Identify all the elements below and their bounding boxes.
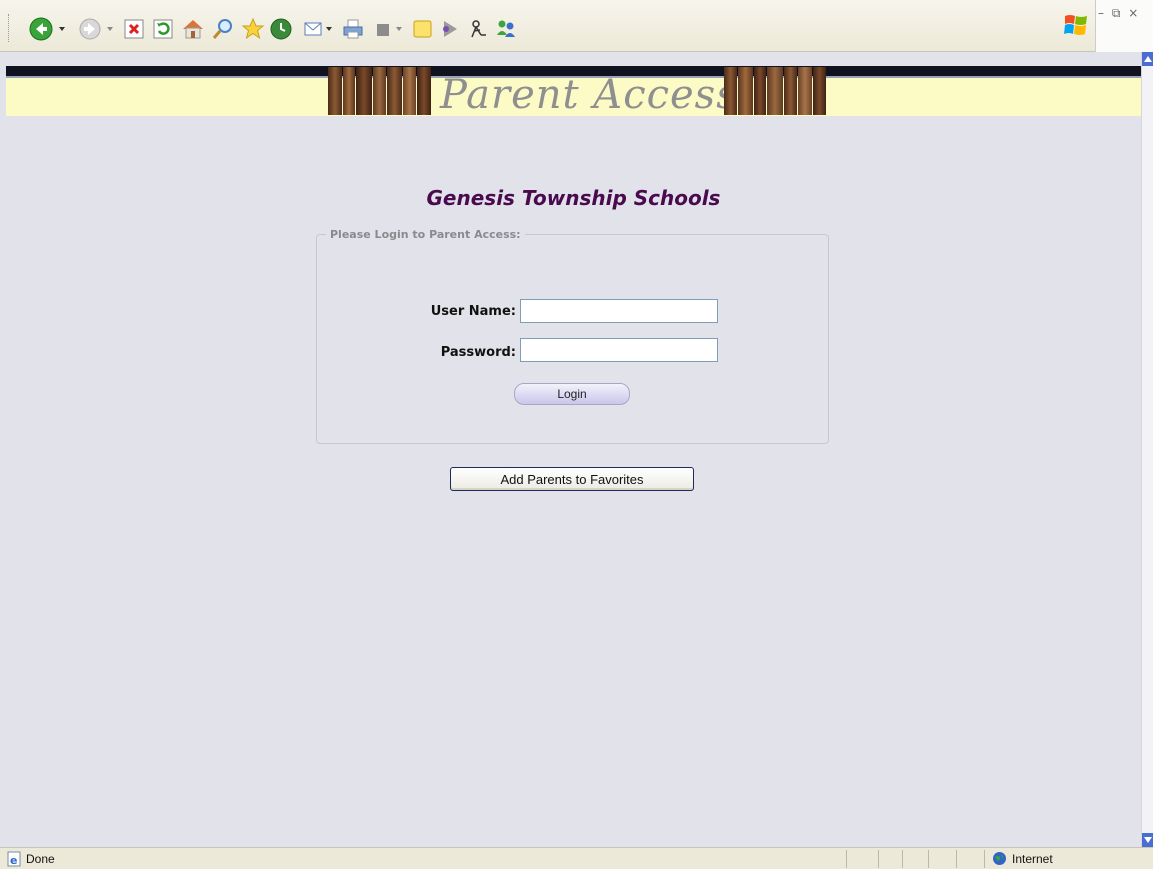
globe-icon bbox=[992, 851, 1007, 866]
mail-icon[interactable] bbox=[301, 16, 327, 42]
forward-icon[interactable] bbox=[77, 16, 103, 42]
mail-dropdown-icon[interactable] bbox=[326, 27, 332, 31]
books-right-image bbox=[724, 67, 827, 115]
favorites-icon[interactable] bbox=[240, 16, 266, 42]
notes-icon[interactable] bbox=[410, 16, 436, 42]
back-icon[interactable] bbox=[28, 16, 54, 42]
refresh-icon[interactable] bbox=[150, 16, 176, 42]
media-icon[interactable] bbox=[437, 16, 463, 42]
ie-page-icon: e bbox=[6, 851, 22, 867]
windows-logo-icon bbox=[1063, 12, 1089, 38]
scroll-down-icon[interactable] bbox=[1142, 833, 1153, 847]
school-name: Genesis Township Schools bbox=[426, 186, 721, 210]
stop-icon[interactable] bbox=[121, 16, 147, 42]
toolbar-grip[interactable] bbox=[8, 14, 10, 42]
edit-icon[interactable] bbox=[371, 16, 397, 42]
status-panel bbox=[956, 850, 957, 868]
home-icon[interactable] bbox=[180, 16, 206, 42]
status-text: Done bbox=[26, 852, 55, 866]
print-icon[interactable] bbox=[340, 16, 366, 42]
page-content: Parent Access Genesis Township Schools P… bbox=[6, 58, 1141, 847]
forward-dropdown-icon[interactable] bbox=[107, 27, 113, 31]
username-label: User Name: bbox=[430, 304, 516, 319]
username-input[interactable] bbox=[520, 299, 718, 323]
status-panel bbox=[984, 850, 985, 868]
history-icon[interactable] bbox=[268, 16, 294, 42]
status-panel bbox=[846, 850, 847, 868]
status-panel bbox=[928, 850, 929, 868]
messenger-icon[interactable] bbox=[493, 16, 519, 42]
status-panel bbox=[902, 850, 903, 868]
books-left-image bbox=[328, 67, 432, 115]
research-icon[interactable] bbox=[466, 16, 492, 42]
password-label: Password: bbox=[440, 345, 516, 360]
svg-text:e: e bbox=[10, 854, 17, 867]
browser-toolbar: – ⧉ × bbox=[0, 0, 1153, 52]
status-panel bbox=[878, 850, 879, 868]
add-to-favorites-button[interactable]: Add Parents to Favorites bbox=[450, 467, 694, 491]
login-legend: Please Login to Parent Access: bbox=[330, 228, 521, 241]
zone-text: Internet bbox=[1012, 852, 1053, 866]
login-button[interactable]: Login bbox=[514, 383, 630, 405]
window-controls[interactable]: – ⧉ × bbox=[1098, 6, 1140, 21]
banner-title: Parent Access bbox=[440, 72, 738, 118]
login-fieldset: Please Login to Parent Access: User Name… bbox=[316, 228, 829, 444]
scroll-up-icon[interactable] bbox=[1142, 52, 1153, 66]
password-input[interactable] bbox=[520, 338, 718, 362]
back-dropdown-icon[interactable] bbox=[59, 27, 65, 31]
search-icon[interactable] bbox=[210, 16, 236, 42]
edit-dropdown-icon[interactable] bbox=[396, 27, 402, 31]
status-bar: e Done Internet bbox=[0, 847, 1153, 869]
vertical-scrollbar[interactable] bbox=[1141, 52, 1153, 847]
